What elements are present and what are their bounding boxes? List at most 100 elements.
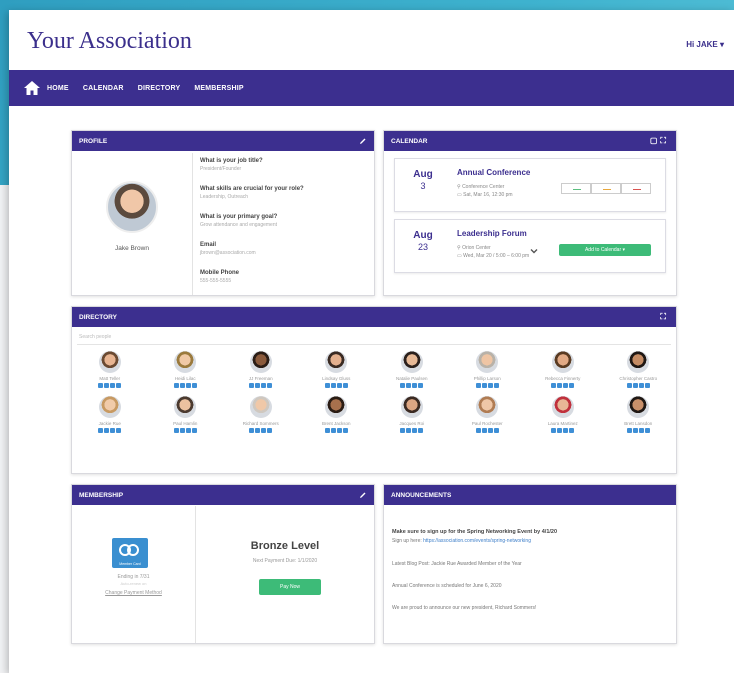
avatar[interactable] [627, 351, 650, 373]
nav-home[interactable]: HOME [47, 85, 69, 92]
linkedin-icon[interactable] [110, 383, 116, 388]
signup-link[interactable]: https://association.com/events/spring-ne… [423, 538, 531, 544]
linkedin-icon[interactable] [487, 428, 493, 433]
facebook-icon[interactable] [179, 428, 185, 433]
nav-calendar[interactable]: CALENDAR [83, 85, 124, 92]
twitter-icon[interactable] [267, 428, 273, 433]
twitter-icon[interactable] [342, 383, 348, 388]
twitter-icon[interactable] [418, 383, 424, 388]
avatar[interactable] [476, 396, 499, 418]
expand-icon[interactable]: ⛶ [660, 136, 669, 145]
linkedin-icon[interactable] [336, 428, 342, 433]
avatar[interactable] [400, 396, 423, 418]
facebook-icon[interactable] [330, 428, 336, 433]
facebook-icon[interactable] [330, 383, 336, 388]
avatar[interactable] [249, 396, 272, 418]
facebook-icon[interactable] [255, 428, 261, 433]
edit-icon[interactable] [359, 137, 367, 145]
home-icon[interactable] [23, 80, 41, 96]
email-icon[interactable] [324, 383, 330, 388]
facebook-icon[interactable] [481, 428, 487, 433]
facebook-icon[interactable] [557, 428, 563, 433]
facebook-icon[interactable] [179, 383, 185, 388]
avatar[interactable] [325, 351, 348, 373]
linkedin-icon[interactable] [487, 383, 493, 388]
change-payment-link[interactable]: Change Payment Method [72, 590, 195, 596]
linkedin-icon[interactable] [638, 428, 644, 433]
email-icon[interactable] [173, 428, 179, 433]
facebook-icon[interactable] [557, 383, 563, 388]
avatar[interactable] [174, 396, 197, 418]
linkedin-icon[interactable] [412, 383, 418, 388]
rsvp-no-button[interactable] [621, 183, 651, 194]
directory-person[interactable]: Christopher Castro [601, 351, 677, 388]
facebook-icon[interactable] [632, 383, 638, 388]
linkedin-icon[interactable] [638, 383, 644, 388]
twitter-icon[interactable] [267, 383, 273, 388]
linkedin-icon[interactable] [110, 428, 116, 433]
avatar[interactable] [551, 351, 574, 373]
email-icon[interactable] [249, 383, 255, 388]
linkedin-icon[interactable] [412, 428, 418, 433]
linkedin-icon[interactable] [563, 383, 569, 388]
linkedin-icon[interactable] [185, 428, 191, 433]
directory-person[interactable]: Phillip Larson [450, 351, 526, 388]
facebook-icon[interactable] [406, 383, 412, 388]
directory-person[interactable]: Heidi Lilac [148, 351, 224, 388]
directory-person[interactable]: Paul Rochester [450, 396, 526, 433]
email-icon[interactable] [475, 383, 481, 388]
avatar[interactable] [325, 396, 348, 418]
avatar[interactable] [400, 351, 423, 373]
directory-person[interactable]: Richard Sommers [223, 396, 299, 433]
directory-person[interactable]: Jackie Rue [72, 396, 148, 433]
twitter-icon[interactable] [493, 383, 499, 388]
email-icon[interactable] [551, 383, 557, 388]
rsvp-maybe-button[interactable] [591, 183, 621, 194]
avatar[interactable] [174, 351, 197, 373]
directory-person[interactable]: Jacques Roi [374, 396, 450, 433]
directory-person[interactable]: Natalie Paulsen [374, 351, 450, 388]
facebook-icon[interactable] [104, 428, 110, 433]
facebook-icon[interactable] [481, 383, 487, 388]
nav-directory[interactable]: DIRECTORY [138, 85, 181, 92]
edit-icon[interactable] [359, 491, 367, 499]
avatar[interactable] [249, 351, 272, 373]
twitter-icon[interactable] [644, 428, 650, 433]
directory-search-input[interactable]: Search people [77, 331, 671, 345]
directory-person[interactable]: JJ Freeman [223, 351, 299, 388]
email-icon[interactable] [626, 383, 632, 388]
avatar[interactable] [98, 396, 121, 418]
twitter-icon[interactable] [116, 383, 122, 388]
twitter-icon[interactable] [569, 428, 575, 433]
twitter-icon[interactable] [191, 383, 197, 388]
email-icon[interactable] [173, 383, 179, 388]
directory-person[interactable]: Rebecca Finnerty [525, 351, 601, 388]
avatar[interactable] [551, 396, 574, 418]
email-icon[interactable] [400, 383, 406, 388]
email-icon[interactable] [551, 428, 557, 433]
linkedin-icon[interactable] [261, 383, 267, 388]
twitter-icon[interactable] [493, 428, 499, 433]
event-item[interactable]: Aug 23 Leadership Forum ⚲ Orion Center ▭… [394, 219, 666, 273]
email-icon[interactable] [475, 428, 481, 433]
twitter-icon[interactable] [569, 383, 575, 388]
email-icon[interactable] [400, 428, 406, 433]
event-title[interactable]: Annual Conference [457, 168, 530, 177]
user-menu[interactable]: Hi JAKE ▾ [686, 40, 724, 49]
expand-icon[interactable]: ⛶ [660, 312, 669, 322]
email-icon[interactable] [249, 428, 255, 433]
twitter-icon[interactable] [644, 383, 650, 388]
avatar[interactable] [476, 351, 499, 373]
email-icon[interactable] [98, 383, 104, 388]
directory-person[interactable]: Brent Jackson [299, 396, 375, 433]
twitter-icon[interactable] [342, 428, 348, 433]
email-icon[interactable] [98, 428, 104, 433]
directory-person[interactable]: Brett Lansdon [601, 396, 677, 433]
facebook-icon[interactable] [406, 428, 412, 433]
event-title[interactable]: Leadership Forum [457, 229, 527, 238]
pay-now-button[interactable]: Pay Now [259, 579, 321, 595]
rsvp-yes-button[interactable] [561, 183, 591, 194]
linkedin-icon[interactable] [336, 383, 342, 388]
avatar[interactable] [627, 396, 650, 418]
avatar[interactable] [98, 351, 121, 373]
